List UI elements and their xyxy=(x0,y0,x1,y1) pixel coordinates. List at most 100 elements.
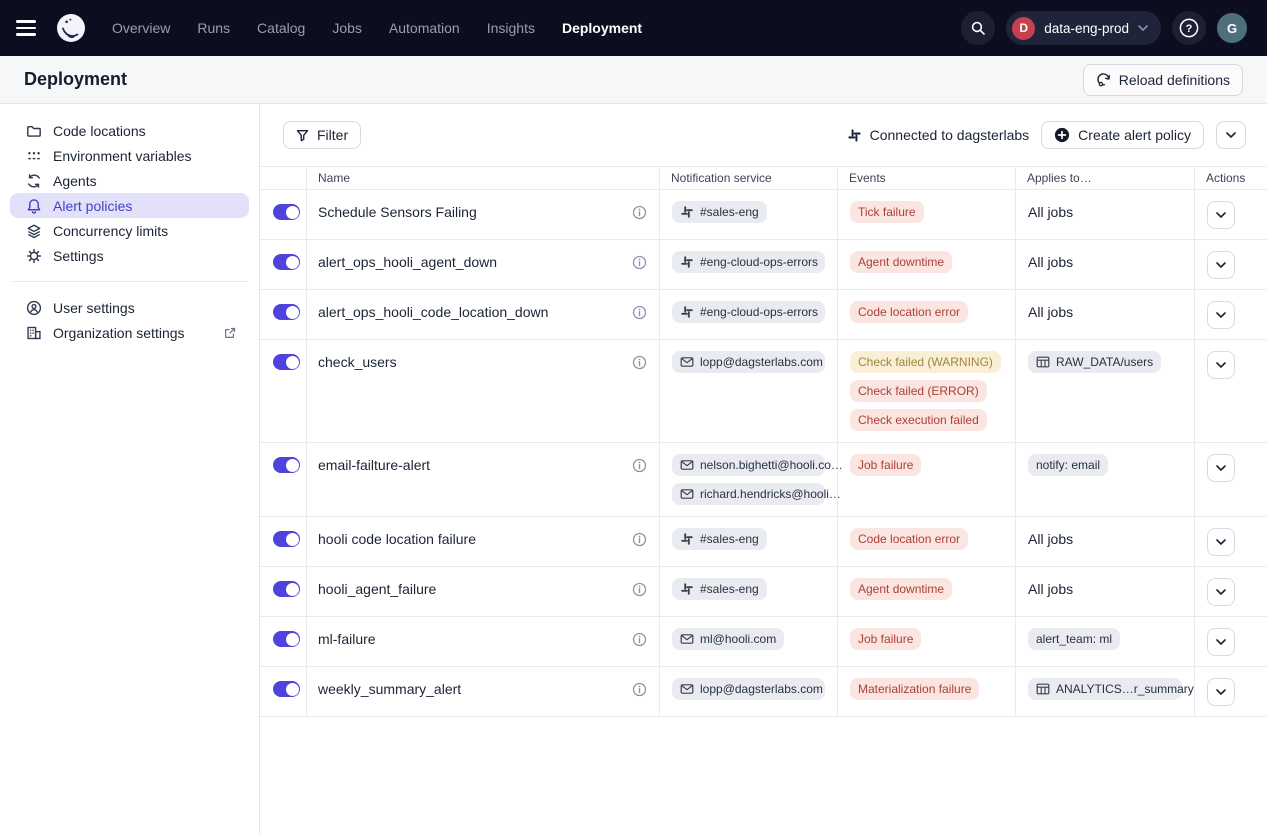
mail-icon xyxy=(680,632,694,646)
row-actions-button[interactable] xyxy=(1207,351,1235,379)
org-name: data-eng-prod xyxy=(1044,21,1129,36)
sidebar-divider xyxy=(12,281,247,282)
info-icon[interactable] xyxy=(632,205,647,220)
row-actions-button[interactable] xyxy=(1207,678,1235,706)
tag-label: Code location error xyxy=(858,305,960,319)
info-icon[interactable] xyxy=(632,632,647,647)
page-title: Deployment xyxy=(24,69,127,90)
tag-chip: #eng-cloud-ops-errors xyxy=(672,301,825,323)
alert-policies-table: NameNotification serviceEventsApplies to… xyxy=(260,166,1267,717)
table-icon xyxy=(1036,682,1050,696)
event-tag: Job failure xyxy=(850,628,921,650)
search-icon[interactable] xyxy=(961,11,995,45)
nav-automation[interactable]: Automation xyxy=(389,20,460,36)
tag-label: #eng-cloud-ops-errors xyxy=(700,305,818,319)
sidebar-item-label: Agents xyxy=(53,173,97,189)
info-icon[interactable] xyxy=(632,305,647,320)
info-icon[interactable] xyxy=(632,255,647,270)
applies-to-cell: notify: email xyxy=(1016,443,1195,516)
events-cell: Tick failure xyxy=(838,190,1016,239)
alert-policy-toggle[interactable] xyxy=(273,681,300,697)
actions-cell xyxy=(1195,617,1267,666)
tag-label: #sales-eng xyxy=(700,582,759,596)
sidebar-item-alert-policies[interactable]: Alert policies xyxy=(10,193,249,218)
info-icon[interactable] xyxy=(632,355,647,370)
applies-to-cell: RAW_DATA/users xyxy=(1016,340,1195,442)
layers-icon xyxy=(25,222,42,239)
name-cell: alert_ops_hooli_agent_down xyxy=(307,240,660,289)
reload-definitions-button[interactable]: Reload definitions xyxy=(1083,64,1243,96)
sidebar-item-label: User settings xyxy=(53,300,135,316)
nav-catalog[interactable]: Catalog xyxy=(257,20,305,36)
row-actions-button[interactable] xyxy=(1207,201,1235,229)
filter-button[interactable]: Filter xyxy=(283,121,361,149)
info-icon[interactable] xyxy=(632,682,647,697)
event-tag: Materialization failure xyxy=(850,678,979,700)
sidebar-item-code-locations[interactable]: Code locations xyxy=(10,118,249,143)
table-row: hooli_agent_failure#sales-engAgent downt… xyxy=(260,567,1267,617)
event-tag: Check failed (ERROR) xyxy=(850,380,987,402)
info-icon[interactable] xyxy=(632,532,647,547)
applies-to-cell: All jobs xyxy=(1016,517,1195,566)
sidebar-item-settings[interactable]: Settings xyxy=(10,243,249,268)
chevron-down-icon xyxy=(1138,25,1148,31)
notification-service-cell: nelson.bighetti@hooli.co…richard.hendric… xyxy=(660,443,838,516)
alert-policy-toggle[interactable] xyxy=(273,457,300,473)
info-icon[interactable] xyxy=(632,458,647,473)
row-actions-button[interactable] xyxy=(1207,528,1235,556)
hamburger-menu-icon[interactable] xyxy=(16,14,44,42)
toggle-cell xyxy=(260,290,307,339)
policy-name: hooli code location failure xyxy=(318,531,476,547)
sidebar-item-concurrency-limits[interactable]: Concurrency limits xyxy=(10,218,249,243)
sidebar-item-label: Code locations xyxy=(53,123,146,139)
bell-icon xyxy=(25,197,42,214)
row-actions-button[interactable] xyxy=(1207,251,1235,279)
sidebar-item-user-settings[interactable]: User settings xyxy=(10,295,249,320)
nav-runs[interactable]: Runs xyxy=(197,20,230,36)
events-cell: Materialization failure xyxy=(838,667,1016,716)
dagster-logo[interactable] xyxy=(56,13,86,43)
sidebar-item-organization-settings[interactable]: Organization settings xyxy=(10,320,249,345)
sidebar-item-environment-variables[interactable]: Environment variables xyxy=(10,143,249,168)
applies-to-value: All jobs xyxy=(1028,201,1182,223)
applies-to-value: All jobs xyxy=(1028,528,1182,550)
alert-policy-toggle[interactable] xyxy=(273,581,300,597)
user-avatar[interactable]: G xyxy=(1217,13,1247,43)
actions-cell xyxy=(1195,190,1267,239)
events-cell: Job failure xyxy=(838,617,1016,666)
tag-chip: nelson.bighetti@hooli.co… xyxy=(672,454,825,476)
info-icon[interactable] xyxy=(632,582,647,597)
table-row: email-failture-alertnelson.bighetti@hool… xyxy=(260,443,1267,517)
sidebar-item-agents[interactable]: Agents xyxy=(10,168,249,193)
alert-policy-toggle[interactable] xyxy=(273,631,300,647)
alert-policy-toggle[interactable] xyxy=(273,304,300,320)
tag-label: #eng-cloud-ops-errors xyxy=(700,255,818,269)
table-row: alert_ops_hooli_code_location_down#eng-c… xyxy=(260,290,1267,340)
tag-label: ANALYTICS…r_summary xyxy=(1056,682,1194,696)
alert-policy-toggle[interactable] xyxy=(273,204,300,220)
nav-deployment[interactable]: Deployment xyxy=(562,20,642,36)
tag-label: Agent downtime xyxy=(858,582,944,596)
more-options-button[interactable] xyxy=(1216,121,1246,149)
table-row: check_userslopp@dagsterlabs.comCheck fai… xyxy=(260,340,1267,443)
tag-label: nelson.bighetti@hooli.co… xyxy=(700,458,843,472)
table-row: ml-failureml@hooli.comJob failurealert_t… xyxy=(260,617,1267,667)
create-alert-policy-button[interactable]: Create alert policy xyxy=(1041,121,1204,149)
tag-chip: alert_team: ml xyxy=(1028,628,1120,650)
alert-policy-toggle[interactable] xyxy=(273,354,300,370)
toggle-cell xyxy=(260,240,307,289)
row-actions-button[interactable] xyxy=(1207,454,1235,482)
help-icon[interactable]: ? xyxy=(1172,11,1206,45)
alert-policy-toggle[interactable] xyxy=(273,531,300,547)
row-actions-button[interactable] xyxy=(1207,578,1235,606)
org-switcher[interactable]: D data-eng-prod xyxy=(1006,11,1161,45)
applies-to-cell: All jobs xyxy=(1016,240,1195,289)
nav-insights[interactable]: Insights xyxy=(487,20,535,36)
notification-service-cell: ml@hooli.com xyxy=(660,617,838,666)
alert-policy-toggle[interactable] xyxy=(273,254,300,270)
nav-jobs[interactable]: Jobs xyxy=(332,20,362,36)
row-actions-button[interactable] xyxy=(1207,628,1235,656)
row-actions-button[interactable] xyxy=(1207,301,1235,329)
tag-label: Code location error xyxy=(858,532,960,546)
nav-overview[interactable]: Overview xyxy=(112,20,170,36)
